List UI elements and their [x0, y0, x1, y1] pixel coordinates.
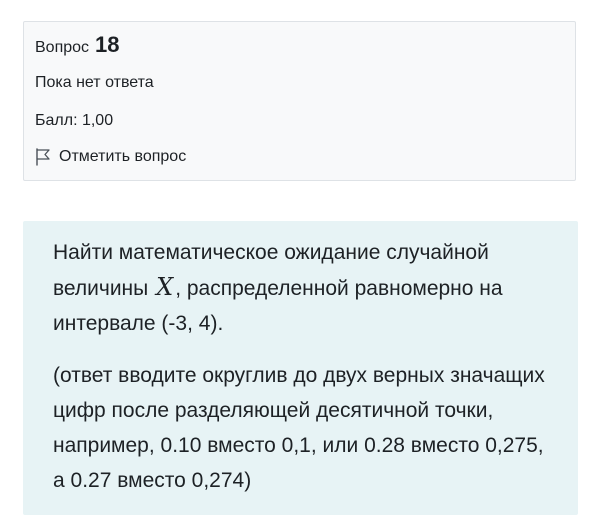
question-info-panel: Вопрос 18 Пока нет ответа Балл: 1,00 Отм…	[23, 21, 576, 181]
question-label: Вопрос	[35, 39, 90, 56]
flag-question-link[interactable]: Отметить вопрос	[35, 148, 186, 166]
question-content-panel: Найти математическое ожидание случайной …	[23, 221, 578, 515]
question-state: Пока нет ответа	[35, 74, 154, 91]
question-number-heading: Вопрос 18	[35, 32, 120, 58]
math-variable: X	[156, 273, 174, 301]
flag-question-label: Отметить вопрос	[59, 148, 187, 165]
question-number: 18	[95, 32, 120, 57]
question-text: Найти математическое ожидание случайной …	[53, 235, 553, 498]
question-grade: Балл: 1,00	[35, 112, 114, 129]
flag-outline-icon	[36, 148, 50, 166]
page: Вопрос 18 Пока нет ответа Балл: 1,00 Отм…	[0, 0, 600, 515]
question-statement: Найти математическое ожидание случайной …	[53, 235, 553, 341]
answer-instructions: (ответ вводите округлив до двух верных з…	[53, 364, 545, 492]
